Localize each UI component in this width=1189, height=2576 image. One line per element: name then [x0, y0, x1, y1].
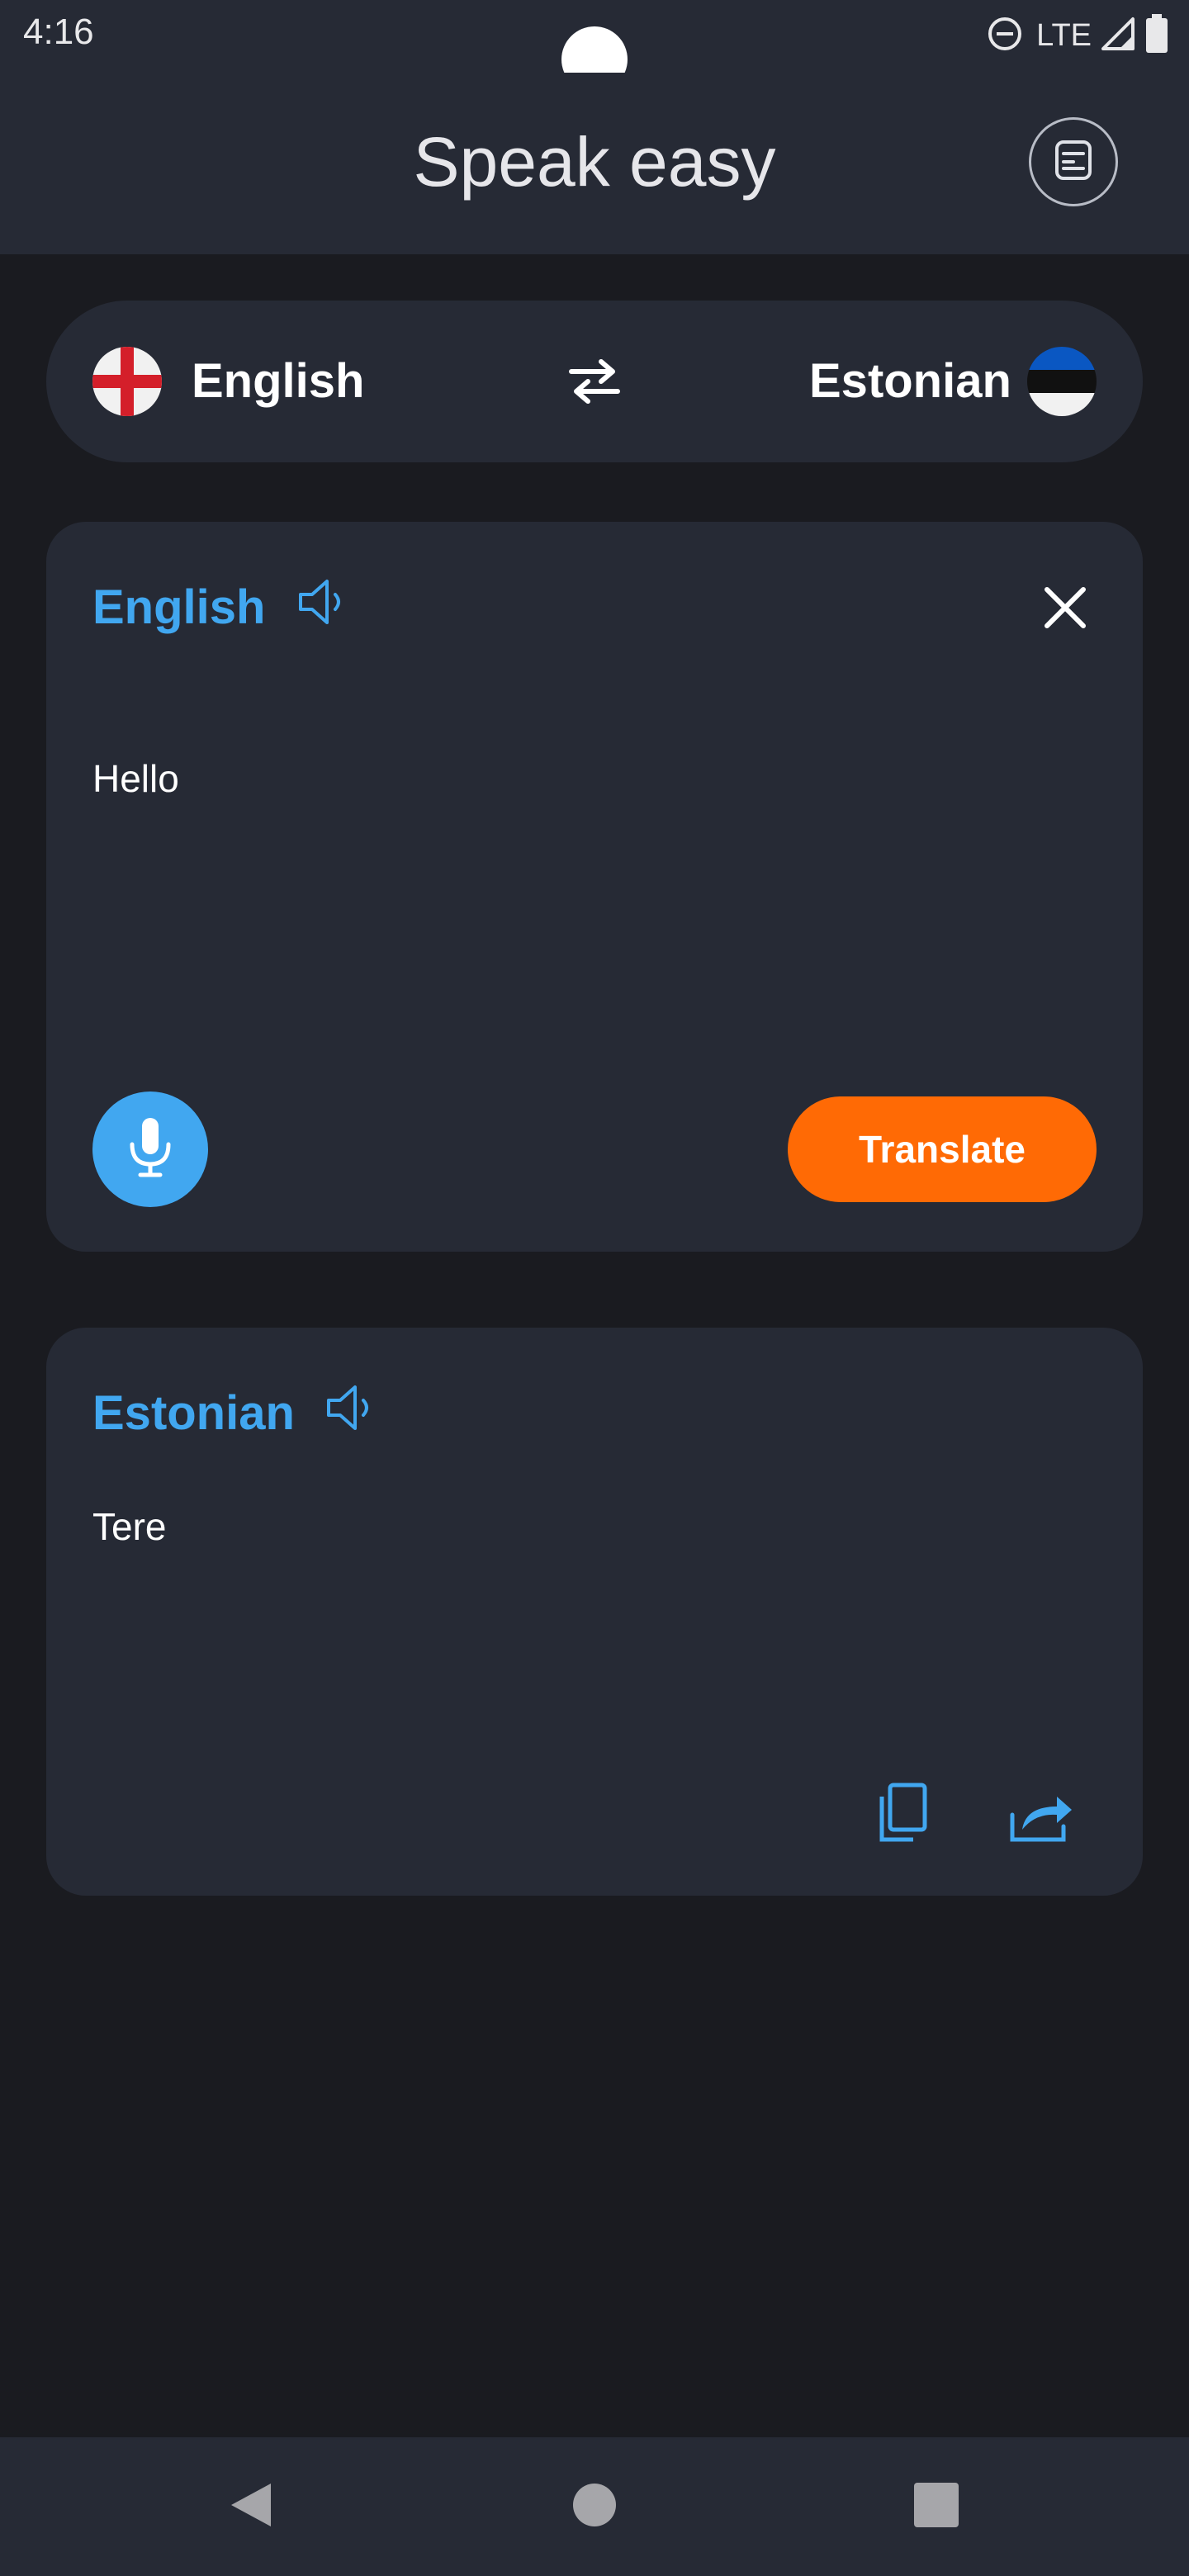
back-icon: [228, 2480, 274, 2534]
input-language-label: English: [92, 580, 266, 634]
estonia-flag-icon[interactable]: [1027, 347, 1097, 416]
do-not-disturb-icon: [987, 16, 1023, 56]
output-card: Estonian Tere: [46, 1328, 1143, 1896]
england-flag-icon[interactable]: [92, 347, 162, 416]
network-type: LTE: [1036, 17, 1092, 53]
source-language-selector[interactable]: English: [192, 348, 364, 414]
status-time: 4:16: [23, 12, 94, 52]
copy-icon: [872, 1783, 935, 1848]
home-icon: [572, 2483, 617, 2531]
output-language-label: Estonian: [92, 1386, 295, 1440]
recents-icon: [914, 2482, 959, 2531]
close-icon: [1040, 587, 1090, 636]
microphone-button[interactable]: [92, 1091, 208, 1207]
nav-recents-button[interactable]: [913, 2437, 959, 2576]
language-selector: English Estonian: [46, 301, 1143, 462]
swap-languages-button[interactable]: [563, 350, 626, 413]
history-icon: [1050, 137, 1097, 187]
copy-button[interactable]: [872, 1782, 935, 1844]
input-card: English Hello Translate: [46, 522, 1143, 1252]
status-icons: LTE: [987, 13, 1169, 58]
clear-input-button[interactable]: [1040, 583, 1090, 632]
speaker-icon: [294, 580, 352, 634]
app-header: Speak easy: [0, 73, 1189, 254]
navigation-bar: [0, 2437, 1189, 2576]
signal-icon: [1100, 16, 1136, 56]
microphone-icon: [126, 1116, 175, 1183]
target-language-selector[interactable]: Estonian: [809, 348, 1011, 414]
swap-icon: [563, 359, 626, 416]
share-button[interactable]: [1006, 1782, 1077, 1844]
history-button[interactable]: [1029, 117, 1118, 206]
share-icon: [1006, 1797, 1077, 1848]
nav-home-button[interactable]: [570, 2437, 619, 2576]
translate-button[interactable]: Translate: [788, 1096, 1097, 1202]
input-speaker-button[interactable]: [294, 573, 352, 631]
nav-back-button[interactable]: [218, 2437, 284, 2576]
speaker-icon: [322, 1385, 380, 1440]
status-bar: 4:16 LTE: [0, 0, 1189, 92]
input-text[interactable]: Hello: [92, 756, 179, 801]
output-text: Tere: [92, 1505, 167, 1548]
battery-icon: [1144, 13, 1169, 58]
output-speaker-button[interactable]: [322, 1379, 380, 1437]
page-title: Speak easy: [413, 123, 776, 201]
